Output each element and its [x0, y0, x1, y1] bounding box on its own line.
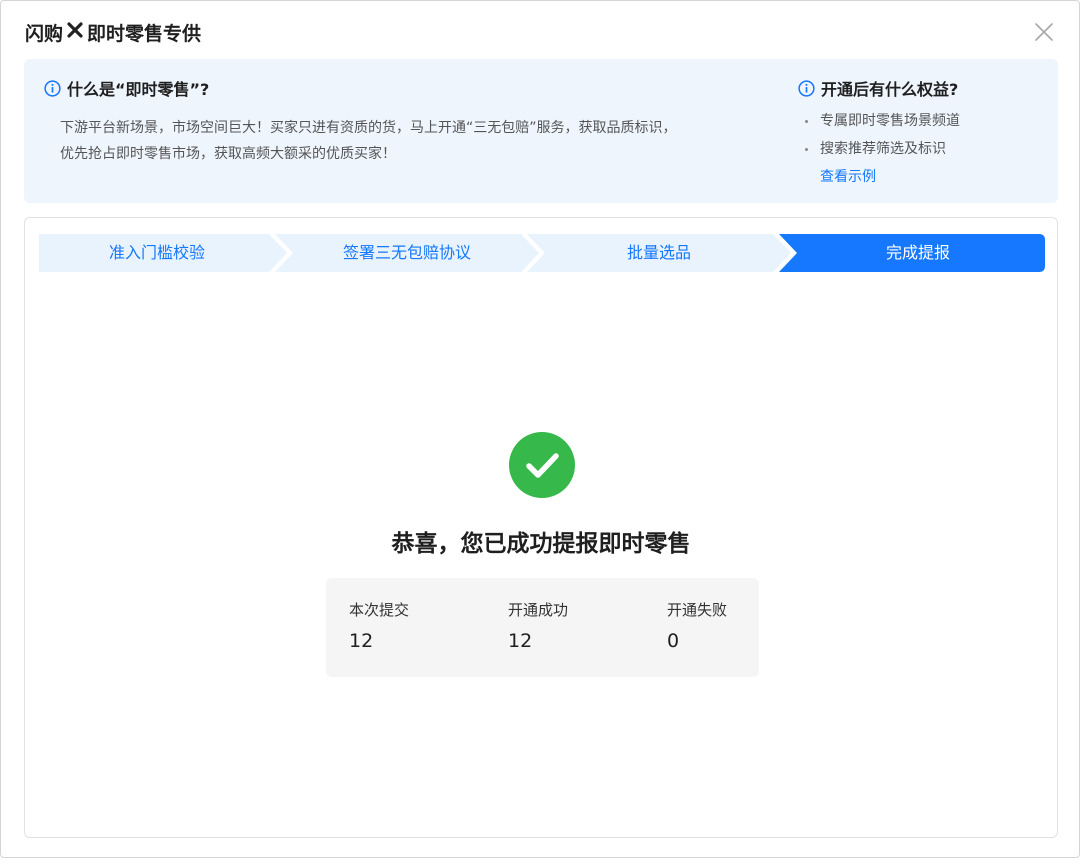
- progress-steps: 准入门槛校验 签署三无包赔协议 批量选品 完成提报: [39, 234, 1045, 272]
- info-icon: [44, 79, 61, 97]
- benefit-item: 专属即时零售场景频道: [798, 107, 1048, 135]
- stat-label: 开通失败: [667, 601, 728, 619]
- banner-benefits: 开通后有什么权益? 专属即时零售场景频道 搜索推荐筛选及标识 查看示例: [798, 77, 1048, 191]
- modal-header: 闪购 即时零售专供: [1, 1, 1079, 59]
- what-is-heading-text: 什么是“即时零售”?: [67, 80, 210, 99]
- stat-submitted: 本次提交 12: [349, 600, 409, 652]
- step-sign-agreement[interactable]: 签署三无包赔协议: [287, 234, 527, 272]
- view-example-link[interactable]: 查看示例: [798, 163, 1048, 191]
- what-is-heading: 什么是“即时零售”?: [44, 77, 784, 99]
- description-line-2: 优先抢占即时零售市场，获取高频大额采的优质买家！: [60, 146, 396, 162]
- benefit-item: 搜索推荐筛选及标识: [798, 135, 1048, 163]
- benefits-heading-text: 开通后有什么权益?: [821, 80, 959, 99]
- step-complete-submission[interactable]: 完成提报: [791, 234, 1045, 272]
- info-banner: 什么是“即时零售”? 下游平台新场景，市场空间巨大！买家只进有资质的货，马上开通…: [24, 59, 1058, 203]
- stat-value: 12: [508, 630, 533, 652]
- stats-summary: 本次提交 12 开通成功 12 开通失败 0: [326, 578, 759, 677]
- benefit-list: 专属即时零售场景频道 搜索推荐筛选及标识: [798, 107, 1048, 163]
- stat-label: 开通成功: [508, 601, 569, 619]
- banner-what-is: 什么是“即时零售”? 下游平台新场景，市场空间巨大！买家只进有资质的货，马上开通…: [44, 77, 784, 167]
- step-access-check[interactable]: 准入门槛校验: [39, 234, 275, 272]
- stat-value: 0: [667, 630, 680, 652]
- result-title: 恭喜，您已成功提报即时零售: [391, 531, 691, 557]
- cross-icon: [67, 22, 83, 43]
- stat-label: 本次提交: [349, 601, 410, 619]
- modal-title: 闪购 即时零售专供: [25, 19, 201, 46]
- what-is-description: 下游平台新场景，市场空间巨大！买家只进有资质的货，马上开通“三无包赔”服务，获取…: [44, 115, 764, 167]
- benefits-heading: 开通后有什么权益?: [798, 77, 1048, 99]
- title-suffix: 即时零售专供: [87, 23, 202, 45]
- close-icon[interactable]: [1033, 21, 1055, 43]
- info-icon: [798, 79, 815, 97]
- check-circle-icon: [509, 432, 575, 498]
- stat-succeeded: 开通成功 12: [508, 600, 568, 652]
- step-batch-select[interactable]: 批量选品: [539, 234, 779, 272]
- description-line-1: 下游平台新场景，市场空间巨大！买家只进有资质的货，马上开通“三无包赔”服务，获取…: [60, 120, 677, 136]
- submission-modal: 闪购 即时零售专供 什么是“即时零售”? 下游平台新场景，市场空间巨大！买家只进…: [0, 0, 1080, 858]
- stat-failed: 开通失败 0: [667, 600, 727, 652]
- title-prefix: 闪购: [25, 23, 64, 45]
- stat-value: 12: [349, 630, 374, 652]
- content-card: 准入门槛校验 签署三无包赔协议 批量选品 完成提报 恭喜，您已成功提报即时零售 …: [24, 217, 1058, 838]
